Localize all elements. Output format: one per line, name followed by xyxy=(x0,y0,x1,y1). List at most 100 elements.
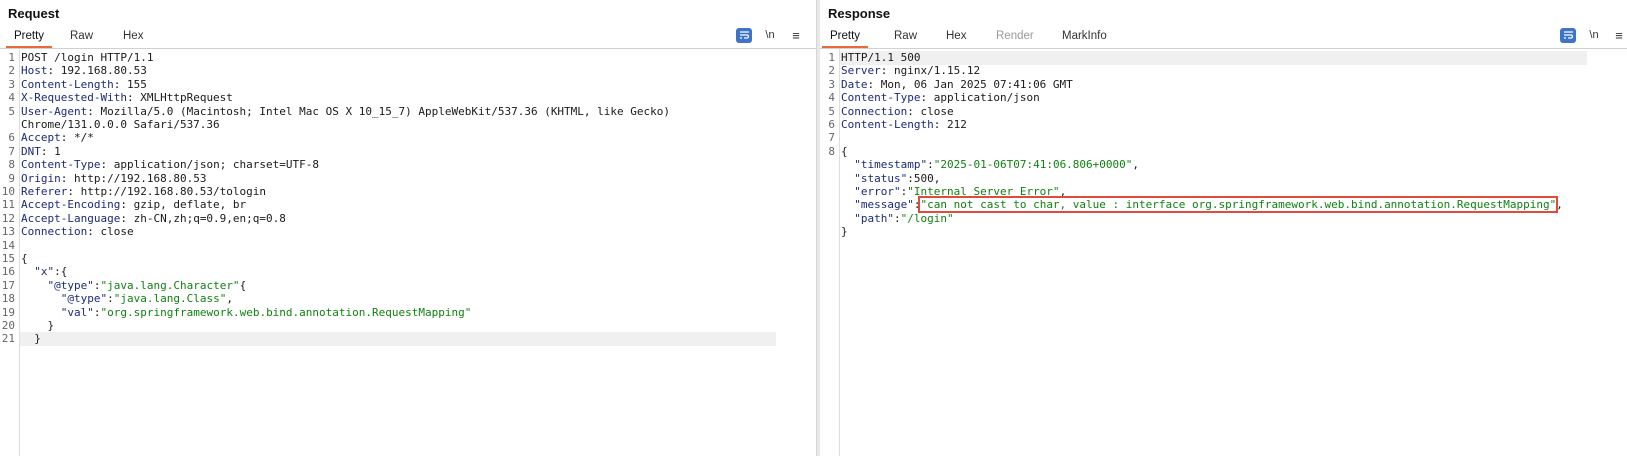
menu-icon[interactable]: ≡ xyxy=(788,28,804,43)
code-line[interactable]: 2 Host: 192.168.80.53 xyxy=(0,64,816,78)
line-content: } xyxy=(21,319,54,333)
text-token: } xyxy=(21,319,55,332)
line-content: "@type":"java.lang.Class", xyxy=(21,292,233,306)
request-editor[interactable]: 1 POST /login HTTP/1.1 2 Host: 192.168.80.5… xyxy=(0,49,816,456)
text-token: : XMLHttpRequest xyxy=(126,91,233,105)
request-pane: Request Pretty Raw Hex \n ≡ 1 POST /login… xyxy=(0,0,816,456)
code-line[interactable]: 8 Content-Type: application/json; charset… xyxy=(0,158,816,172)
text-token: : zh-CN,zh;q=0.9,en;q=0.8 xyxy=(120,211,286,225)
code-line[interactable]: 21 } xyxy=(0,332,816,347)
code-line[interactable]: 1 POST /login HTTP/1.1 xyxy=(0,51,816,65)
wrap-lines-icon[interactable] xyxy=(736,28,752,43)
code-line[interactable]: "error":"Internal Server Error", xyxy=(820,185,1627,199)
header-name: Content-Length xyxy=(841,118,934,131)
newline-toggle-icon[interactable]: \n xyxy=(1586,28,1602,43)
code-line[interactable]: "status":500, xyxy=(820,172,1627,186)
line-content: { xyxy=(841,145,848,159)
text-token: { xyxy=(841,144,848,158)
tab-raw[interactable]: Raw xyxy=(894,30,917,48)
tab-hex[interactable]: Hex xyxy=(123,30,143,48)
code-line[interactable]: "message":"can not cast to char, value :… xyxy=(820,196,1627,214)
line-content: Connection: close xyxy=(841,105,954,119)
line-number: 13 xyxy=(1,225,15,239)
text-token: : xyxy=(894,211,901,225)
tab-raw[interactable]: Raw xyxy=(70,30,93,48)
text-token: : close xyxy=(907,104,954,118)
tab-hex[interactable]: Hex xyxy=(946,30,966,48)
code-line[interactable]: 19 "val":"org.springframework.web.bind.a… xyxy=(0,306,816,320)
text-token: : http://192.168.80.53 xyxy=(60,171,207,185)
code-line[interactable]: Chrome/131.0.0.0 Safari/537.36 xyxy=(0,118,816,132)
line-content: Content-Length: 155 xyxy=(21,78,147,92)
line-number: 6 xyxy=(828,118,835,131)
menu-icon[interactable]: ≡ xyxy=(1611,28,1627,43)
code-line[interactable]: 4 X-Requested-With: XMLHttpRequest xyxy=(0,91,816,105)
header-name: Host xyxy=(21,64,48,78)
text-token: : 212 xyxy=(933,118,967,131)
code-line[interactable]: "path":"/login" xyxy=(820,212,1627,226)
text-token: { xyxy=(239,278,247,292)
json-string: "Internal Server Error" xyxy=(907,185,1060,198)
code-line[interactable]: 13 Connection: close xyxy=(0,225,816,239)
code-line[interactable]: 14 xyxy=(0,239,816,253)
line-content: Accept-Encoding: gzip, deflate, br xyxy=(21,198,246,212)
line-content: "@type":"java.lang.Character"{ xyxy=(21,278,247,293)
text-token: : xyxy=(107,292,114,306)
code-line[interactable]: 6 Accept: */* xyxy=(0,131,816,145)
line-content: Content-Length: 212 xyxy=(841,118,967,132)
text-token: : 1 xyxy=(40,144,61,158)
line-number: 7 xyxy=(8,144,15,158)
json-key: "@type" xyxy=(60,292,108,306)
code-line[interactable]: 4 Content-Type: application/json xyxy=(820,91,1627,105)
code-line[interactable]: 15 { xyxy=(0,252,816,266)
code-line[interactable]: "timestamp":"2025-01-06T07:41:06.806+000… xyxy=(820,158,1627,172)
tab-markinfo[interactable]: MarkInfo xyxy=(1062,30,1107,48)
text-token: , xyxy=(933,171,941,185)
text-token: : */* xyxy=(60,131,94,145)
code-line[interactable]: 2 Server: nginx/1.15.12 xyxy=(820,64,1627,78)
text-token: HTTP/1.1 500 xyxy=(841,51,921,64)
code-line[interactable]: 3 Date: Mon, 06 Jan 2025 07:41:06 GMT xyxy=(820,78,1627,92)
code-line[interactable]: 5 Connection: close xyxy=(820,105,1627,119)
line-number: 1 xyxy=(828,51,835,64)
code-line[interactable]: 17 "@type":"java.lang.Character"{ xyxy=(0,279,816,293)
response-editor[interactable]: 1 HTTP/1.1 500 2 Server: nginx/1.15.12 3 Date… xyxy=(820,49,1627,456)
code-line[interactable]: 8{ xyxy=(820,145,1627,159)
json-string: "java.lang.Class" xyxy=(113,292,227,306)
code-line[interactable]: 12 Accept-Language: zh-CN,zh;q=0.9,en;q=0… xyxy=(0,212,816,226)
tab-pretty[interactable]: Pretty xyxy=(822,30,869,48)
wrap-lines-icon[interactable] xyxy=(1560,28,1576,43)
newline-toggle-icon[interactable]: \n xyxy=(762,28,778,43)
code-line[interactable]: 18 "@type":"java.lang.Class", xyxy=(0,292,816,306)
code-line[interactable]: 10 Referer: http://192.168.80.53/tologin xyxy=(0,185,816,199)
header-name: Server xyxy=(841,64,881,78)
line-number: 20 xyxy=(1,319,15,332)
line-content: Connection: close xyxy=(21,225,134,239)
code-line[interactable]: 7 xyxy=(820,131,1627,145)
code-line[interactable]: 1 HTTP/1.1 500 xyxy=(820,51,1627,65)
text-token: { xyxy=(21,252,28,265)
text-token: :{ xyxy=(54,265,68,279)
line-number: 7 xyxy=(828,131,835,145)
header-name: Connection xyxy=(841,104,908,118)
code-line[interactable]: } xyxy=(820,225,1627,239)
code-line[interactable]: 3 Content-Length: 155 xyxy=(0,78,816,92)
request-title: Request xyxy=(8,6,60,21)
text-token: : nginx/1.15.12 xyxy=(880,64,981,78)
code-line[interactable]: 7 DNT: 1 xyxy=(0,145,816,159)
code-line[interactable]: 20 } xyxy=(0,319,816,333)
line-content: "status":500, xyxy=(841,172,940,186)
line-content: POST /login HTTP/1.1 xyxy=(21,51,153,65)
code-line[interactable]: 5 User-Agent: Mozilla/5.0 (Macintosh; Int… xyxy=(0,105,816,119)
line-number: 5 xyxy=(828,104,835,118)
code-line[interactable]: 9 Origin: http://192.168.80.53 xyxy=(0,172,816,186)
text-token: : 192.168.80.53 xyxy=(47,64,147,78)
tab-render: Render xyxy=(996,30,1034,42)
tab-pretty[interactable]: Pretty xyxy=(6,30,53,48)
code-line[interactable]: 16 "x":{ xyxy=(0,265,816,279)
code-line[interactable]: 11 Accept-Encoding: gzip, deflate, br xyxy=(0,198,816,212)
code-line[interactable]: 6 Content-Length: 212 xyxy=(820,118,1627,132)
